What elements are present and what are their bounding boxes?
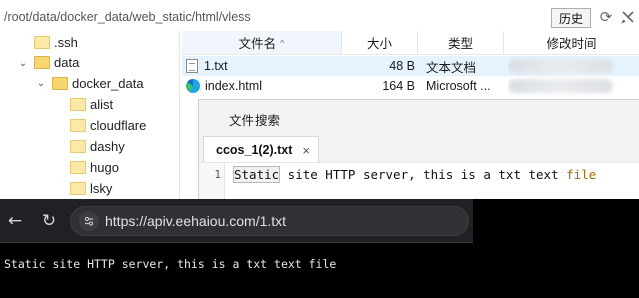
file-type: 文本文档	[426, 60, 477, 75]
tune-icon-shape	[84, 216, 94, 226]
tree-item-cloudflare[interactable]: cloudflare	[70, 115, 146, 135]
tree-item-label: lsky	[90, 180, 113, 196]
folder-icon	[70, 161, 86, 174]
address-bar[interactable]: https://apiv.eehaiou.com/1.txt	[70, 206, 469, 236]
menu-search[interactable]: 搜索	[255, 110, 280, 129]
folder-icon	[70, 140, 86, 153]
column-header-label: 文件名	[238, 37, 277, 51]
tree-item-label: cloudflare	[90, 117, 147, 133]
column-header-type[interactable]: 类型	[418, 31, 504, 55]
tab-title: ccos_1(2).txt	[216, 143, 293, 157]
file-row[interactable]: index.html 164 B Microsoft ...	[182, 76, 639, 96]
history-button[interactable]: 历史	[551, 8, 591, 28]
tree-item-label: .ssh	[54, 34, 78, 50]
column-header-name[interactable]: 文件名 ^	[182, 31, 342, 55]
path-input[interactable]	[2, 6, 547, 28]
tree-item-label: data	[54, 54, 80, 70]
notepad-tab-bar: ccos_1(2).txt ×	[199, 134, 639, 163]
tree-item-label: alist	[90, 96, 114, 112]
back-arrow-icon[interactable]: ←	[4, 211, 26, 231]
tree-item-label: docker_data	[72, 75, 144, 91]
tree-item-lsky[interactable]: lsky	[70, 178, 112, 198]
keyword-text: file	[566, 167, 597, 182]
tree-item-label: hugo	[90, 159, 119, 175]
browser-window: ← ↻ https://apiv.eehaiou.com/1.txt Stati…	[0, 199, 473, 298]
menu-file[interactable]: 文件	[229, 110, 254, 129]
site-info-icon[interactable]	[79, 211, 99, 231]
background-dark-area	[473, 199, 639, 298]
settings-icon[interactable]	[620, 10, 636, 26]
folder-icon	[34, 36, 50, 49]
file-name-cell: 1.txt	[186, 56, 336, 76]
page-plain-text: Static site HTTP server, this is a txt t…	[4, 257, 337, 271]
text-file-icon	[186, 59, 198, 73]
file-name-cell: index.html	[186, 76, 336, 96]
column-header-mtime[interactable]: 修改时间	[504, 31, 639, 55]
tree-item-label: dashy	[90, 138, 125, 154]
folder-open-icon	[52, 77, 68, 90]
folder-tree: .ssh ⌄ data ⌄ docker_data alist cloudfla…	[0, 31, 180, 201]
editor-line: Static site HTTP server, this is a txt t…	[233, 166, 597, 183]
settings-icon-shape	[621, 11, 634, 24]
file-name: 1.txt	[204, 59, 228, 73]
browser-content: Static site HTTP server, this is a txt t…	[0, 244, 473, 298]
column-header-label: 修改时间	[546, 37, 597, 51]
chevron-down-icon[interactable]: ⌄	[18, 59, 28, 69]
refresh-icon[interactable]: ⟳	[598, 10, 614, 26]
file-name: index.html	[205, 79, 262, 93]
file-size: 48 B	[389, 59, 415, 73]
blurred-timestamp	[508, 59, 613, 73]
tree-item-docker-data[interactable]: docker_data	[52, 73, 144, 93]
line-gutter: 1	[199, 163, 225, 201]
blurred-timestamp	[508, 79, 613, 93]
file-size: 164 B	[382, 79, 415, 93]
highlighted-word: Static	[233, 166, 281, 183]
column-header-size[interactable]: 大小	[342, 31, 418, 55]
sort-ascending-icon: ^	[280, 37, 285, 48]
column-header-label: 类型	[447, 37, 473, 51]
chevron-down-icon[interactable]: ⌄	[36, 79, 46, 89]
tree-item-hugo[interactable]: hugo	[70, 157, 119, 177]
tree-item-ssh[interactable]: .ssh	[34, 32, 78, 52]
notepad-window: 文件 搜索 ccos_1(2).txt × 1 Static site HTTP…	[198, 99, 639, 201]
close-icon[interactable]: ×	[302, 143, 310, 158]
path-bar: 历史 ⟳	[0, 4, 639, 30]
tree-item-data[interactable]: data	[34, 52, 79, 72]
tab-ccos-txt[interactable]: ccos_1(2).txt ×	[203, 136, 319, 163]
file-row[interactable]: 1.txt 48 B 文本文档	[182, 56, 639, 76]
notepad-editor[interactable]: 1 Static site HTTP server, this is a txt…	[199, 162, 639, 201]
tree-item-alist[interactable]: alist	[70, 94, 113, 114]
file-mtime-redacted	[508, 76, 628, 96]
editor-text: site HTTP server, this is a txt text	[280, 167, 567, 182]
reload-icon[interactable]: ↻	[38, 211, 60, 231]
browser-toolbar: ← ↻ https://apiv.eehaiou.com/1.txt	[0, 199, 473, 243]
file-type: Microsoft ...	[426, 79, 491, 93]
tree-item-dashy[interactable]: dashy	[70, 136, 125, 156]
file-mtime-redacted	[508, 56, 628, 76]
notepad-menu-bar: 文件 搜索	[199, 100, 639, 134]
url-text: https://apiv.eehaiou.com/1.txt	[105, 213, 287, 229]
folder-icon	[70, 182, 86, 195]
folder-icon	[70, 98, 86, 111]
column-header-label: 大小	[366, 37, 392, 51]
folder-icon	[70, 119, 86, 132]
line-number: 1	[214, 168, 221, 181]
folder-open-icon	[34, 56, 50, 69]
edge-icon	[186, 79, 200, 93]
